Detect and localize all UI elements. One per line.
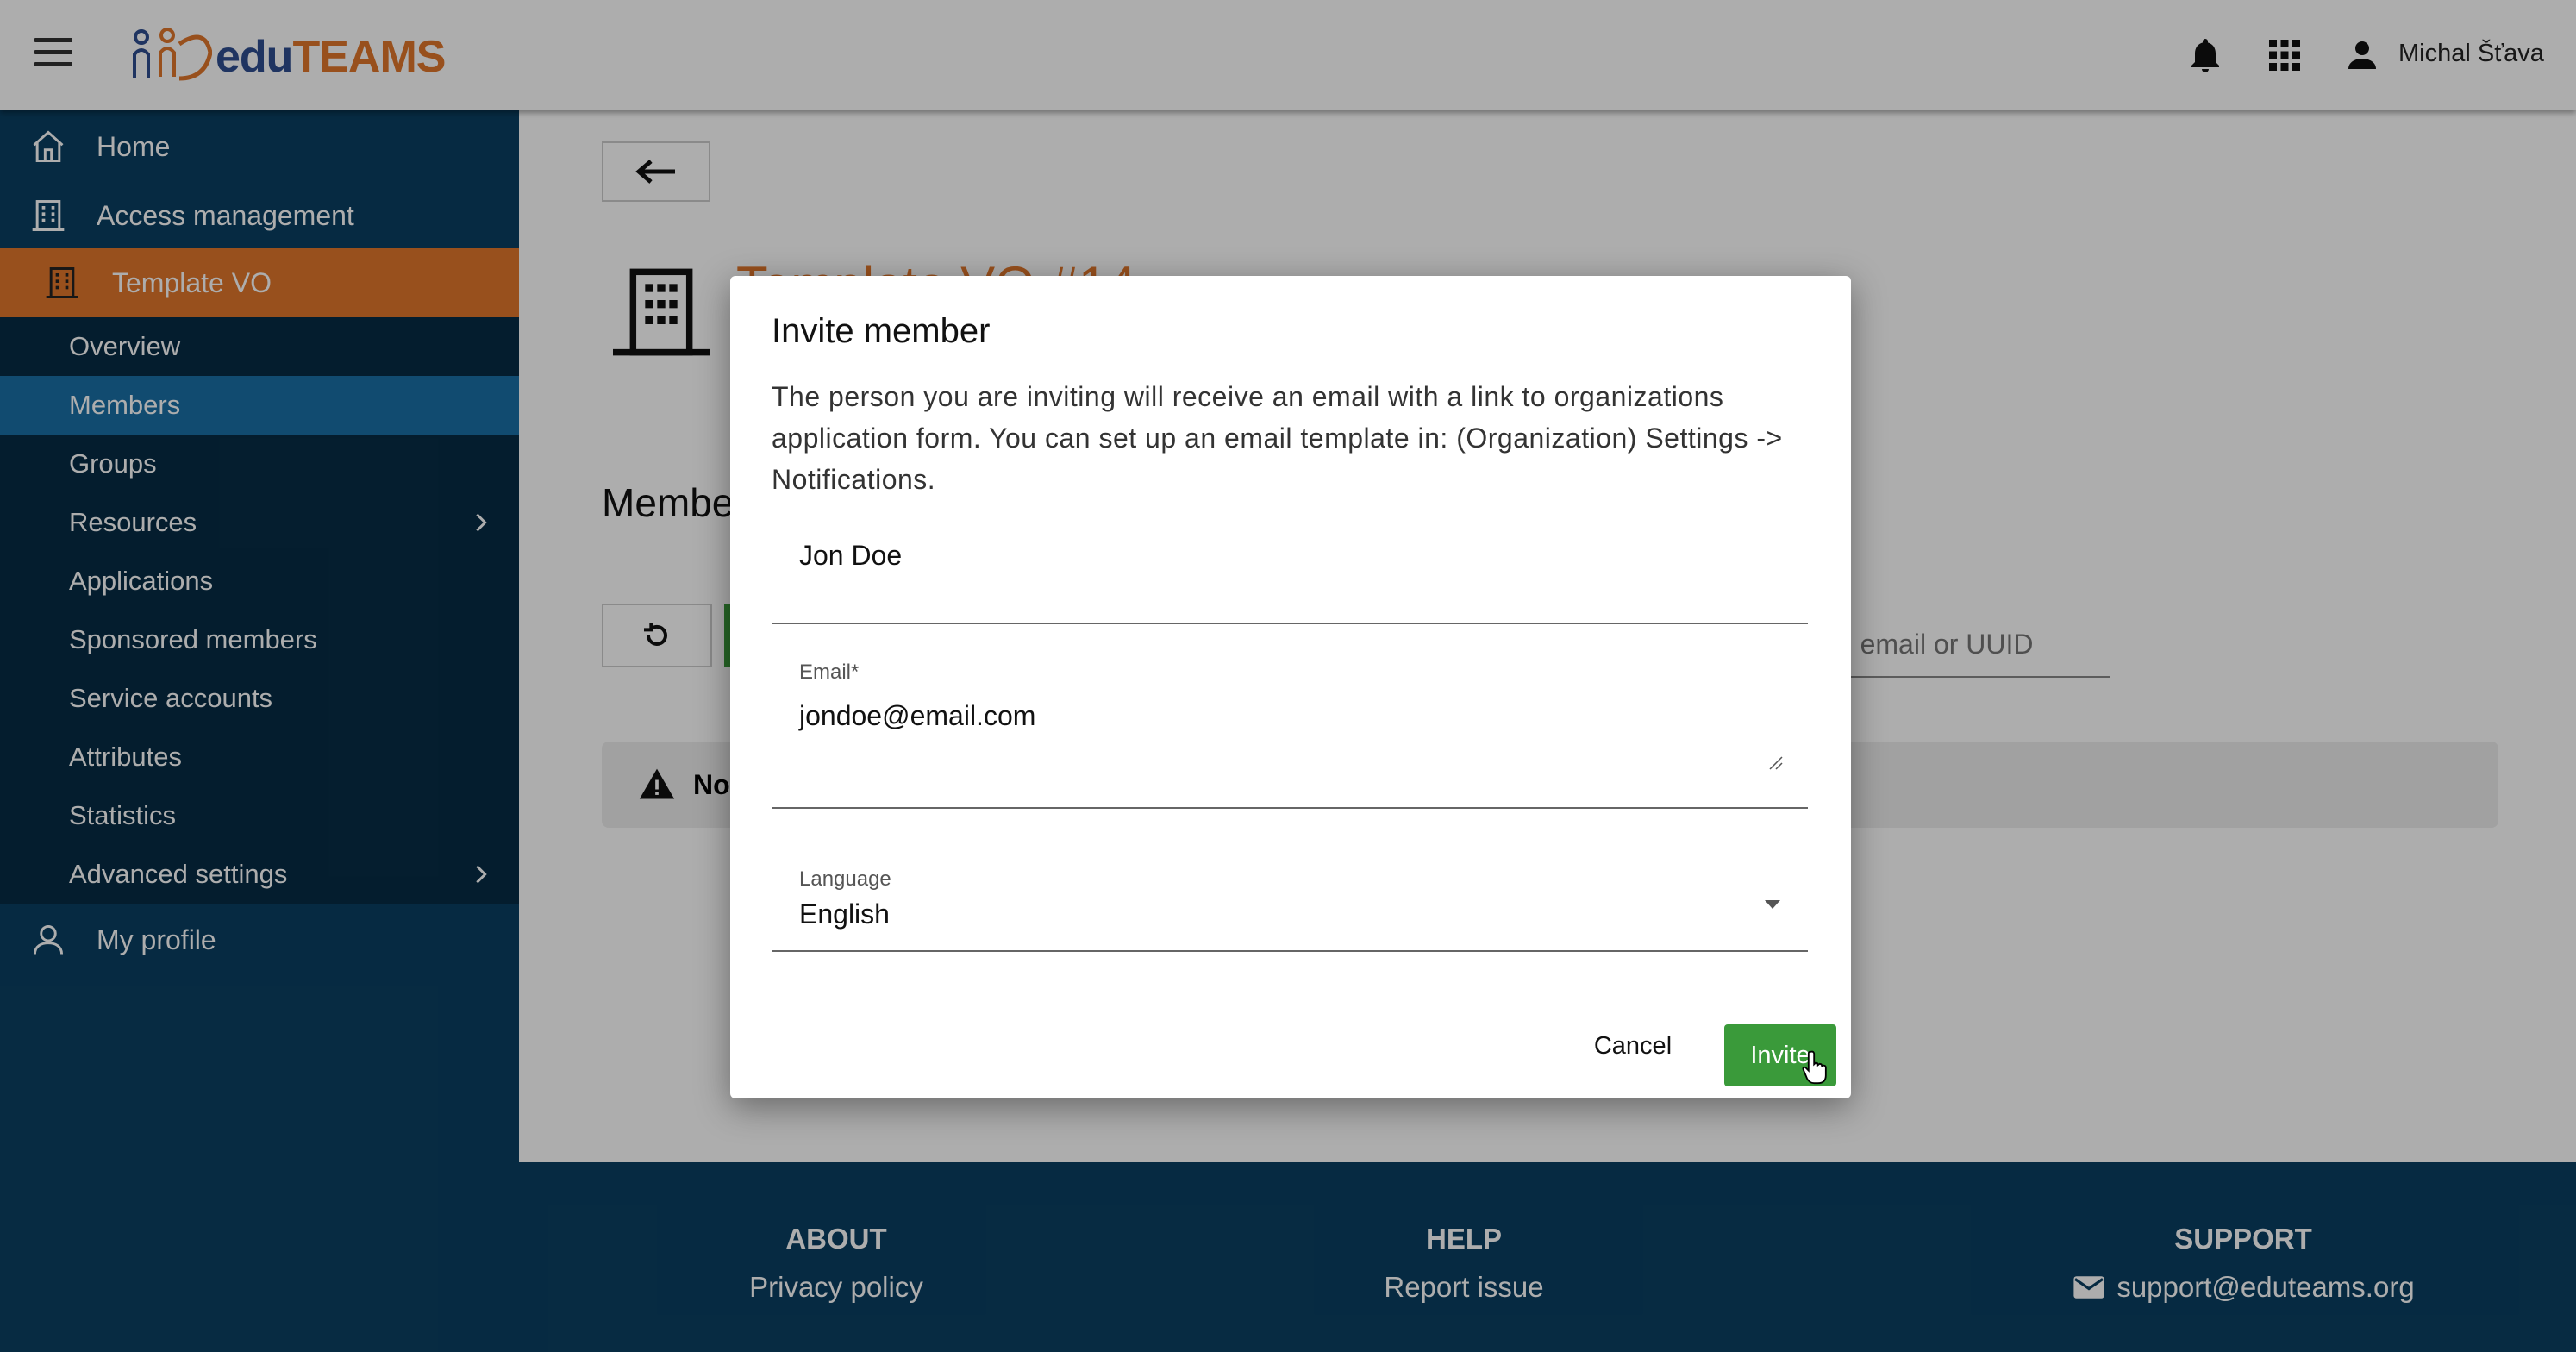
invite-member-dialog: Invite member The person you are invitin… [730,276,1851,1098]
email-input[interactable]: jondoe@email.com [799,700,1035,732]
dropdown-arrow-icon [1765,900,1780,909]
hand-cursor-icon [1802,1050,1827,1085]
dialog-description: The person you are inviting will receive… [772,381,1783,495]
field-underline [772,623,1808,624]
language-select[interactable]: Language English [772,838,1808,952]
email-label: Email* [799,660,860,684]
email-field[interactable]: Email* jondoe@email.com [772,652,1808,809]
name-input[interactable] [799,540,1748,572]
resize-handle-icon[interactable] [1768,755,1784,771]
dialog-title: Invite member [772,312,991,350]
language-value: English [799,898,890,930]
cancel-button[interactable]: Cancel [1585,1024,1680,1067]
language-label: Language [799,867,891,891]
field-underline [772,950,1808,952]
name-field[interactable] [772,519,1808,624]
field-underline [772,807,1808,809]
